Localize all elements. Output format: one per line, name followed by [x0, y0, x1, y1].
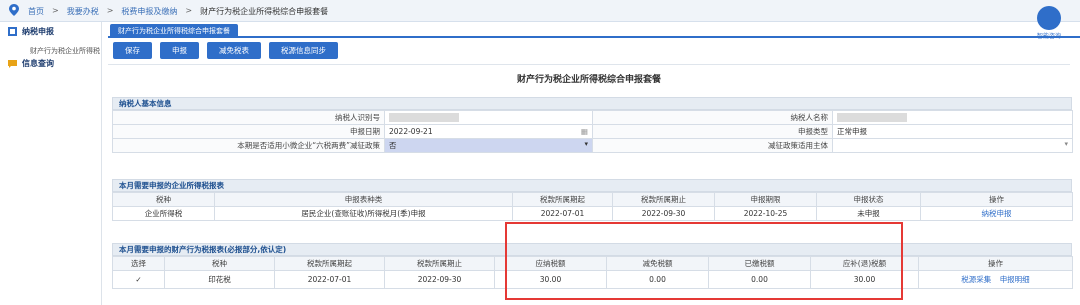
section-header: 本月需要申报的企业所得税报表 — [112, 179, 1072, 192]
table-cell: 2022-10-25 — [714, 206, 817, 221]
highlight-box — [505, 222, 903, 300]
tax-relief-button[interactable]: 减免税表 — [207, 42, 261, 59]
declare-date-value: 2022-09-21 — [389, 127, 433, 136]
sidebar-item-tax-declare[interactable]: 纳税申报 — [8, 26, 54, 37]
grid-icon — [8, 27, 17, 36]
declare-date-field[interactable]: 2022-09-21 ▦ — [384, 124, 593, 139]
policy-label: 本期是否适用小微企业“六税两费”减征政策 — [112, 138, 385, 153]
declare-date-label: 申报日期 — [112, 124, 385, 139]
column-header: 税款所属期止 — [612, 192, 715, 207]
declare-button[interactable]: 申报 — [160, 42, 199, 59]
policy-select[interactable]: 否 ▾ — [384, 138, 593, 153]
column-header: 操作 — [920, 192, 1073, 207]
declare-type-value: 正常申报 — [832, 124, 1073, 139]
column-header: 申报表种类 — [214, 192, 513, 207]
table-cell: 印花税 — [164, 270, 275, 289]
breadcrumb-separator: > — [185, 6, 193, 15]
section-header: 纳税人基本信息 — [112, 97, 1072, 110]
taxpayer-id-value — [384, 110, 593, 125]
tax-source-collect-link[interactable]: 税源采集 — [961, 275, 991, 284]
sidebar-item-info-query[interactable]: 信息查询 — [8, 58, 54, 69]
dropdown-caret-icon: ▾ — [584, 140, 588, 148]
cit-section: 本月需要申报的企业所得税报表 税种 申报表种类 税款所属期起 税款所属期止 申报… — [112, 179, 1073, 221]
sync-tax-source-button[interactable]: 税源信息同步 — [269, 42, 338, 59]
save-button[interactable]: 保存 — [113, 42, 152, 59]
taxpayer-name-value — [832, 110, 1073, 125]
customer-service-icon — [1037, 6, 1061, 30]
policy-subject-select[interactable]: ▾ — [832, 138, 1073, 153]
basic-info-table: 纳税人识别号 纳税人名称 申报日期 2022-09-21 ▦ 申报类型 正常申报 … — [112, 110, 1073, 153]
operation-cell: 税源采集 申报明细 — [918, 270, 1073, 289]
sidebar: 纳税申报 财产行为税企业所得税 信息查询 — [0, 22, 102, 305]
table-row: 企业所得税 居民企业(查账征收)所得税月(季)申报 2022-07-01 202… — [112, 206, 1073, 221]
breadcrumb-separator: > — [52, 6, 59, 15]
table-header-row: 税种 申报表种类 税款所属期起 税款所属期止 申报期限 申报状态 操作 — [112, 192, 1073, 207]
top-bar: 首页 > 我要办税 > 税费申报及缴纳 > 财产行为税企业所得税综合申报套餐 — [0, 0, 1080, 22]
table-cell: 2022-09-30 — [384, 270, 495, 289]
smart-consult-label: 智能咨询 — [1036, 33, 1061, 40]
taxpayer-name-label: 纳税人名称 — [592, 110, 833, 125]
column-header: 申报状态 — [816, 192, 921, 207]
breadcrumb: 首页 > 我要办税 > 税费申报及缴纳 > 财产行为税企业所得税综合申报套餐 — [28, 6, 328, 17]
toolbar: 保存 申报 减免税表 税源信息同步 — [113, 42, 338, 59]
select-checkbox[interactable]: ✓ — [112, 270, 165, 289]
table-cell: 2022-09-30 — [612, 206, 715, 221]
column-header: 税种 — [112, 192, 215, 207]
column-header: 税种 — [164, 256, 275, 271]
column-header: 税款所属期起 — [512, 192, 613, 207]
smart-consult-button[interactable]: 智能咨询 — [1032, 6, 1066, 40]
sidebar-subitem-property-cit[interactable]: 财产行为税企业所得税 — [30, 46, 100, 56]
declare-detail-link[interactable]: 申报明细 — [1000, 275, 1030, 284]
tab-combined-declare[interactable]: 财产行为税企业所得税综合申报套餐 — [110, 24, 238, 38]
declare-type-label: 申报类型 — [592, 124, 833, 139]
column-header: 税款所属期止 — [384, 256, 495, 271]
location-pin-icon — [9, 4, 19, 16]
column-header: 选择 — [112, 256, 165, 271]
table-cell: 居民企业(查账征收)所得税月(季)申报 — [214, 206, 513, 221]
chat-bubble-icon — [8, 60, 17, 68]
calendar-icon[interactable]: ▦ — [581, 127, 588, 136]
breadcrumb-home[interactable]: 首页 — [28, 6, 44, 17]
status-cell: 未申报 — [816, 206, 921, 221]
cit-table: 税种 申报表种类 税款所属期起 税款所属期止 申报期限 申报状态 操作 企业所得… — [112, 192, 1073, 221]
breadcrumb-tax-declare[interactable]: 税费申报及缴纳 — [121, 6, 177, 17]
dropdown-caret-icon: ▾ — [1064, 140, 1068, 148]
taxpayer-id-label: 纳税人识别号 — [112, 110, 385, 125]
column-header: 操作 — [918, 256, 1073, 271]
table-cell: 企业所得税 — [112, 206, 215, 221]
breadcrumb-current: 财产行为税企业所得税综合申报套餐 — [200, 7, 329, 16]
policy-subject-label: 减征政策适用主体 — [592, 138, 833, 153]
policy-select-value: 否 — [389, 141, 397, 150]
breadcrumb-tax-service[interactable]: 我要办税 — [67, 6, 99, 17]
table-cell: 2022-07-01 — [512, 206, 613, 221]
form-title: 财产行为税企业所得税综合申报套餐 — [516, 75, 661, 85]
tax-declare-link[interactable]: 纳税申报 — [920, 206, 1073, 221]
column-header: 税款所属期起 — [274, 256, 385, 271]
breadcrumb-separator: > — [106, 6, 114, 15]
tab-strip: 财产行为税企业所得税综合申报套餐 — [108, 22, 1080, 38]
sidebar-item-label: 纳税申报 — [22, 27, 54, 36]
sidebar-item-label: 信息查询 — [22, 59, 54, 68]
column-header: 申报期限 — [714, 192, 817, 207]
table-cell: 2022-07-01 — [274, 270, 385, 289]
basic-info-section: 纳税人基本信息 纳税人识别号 纳税人名称 申报日期 2022-09-21 ▦ 申报… — [112, 97, 1073, 153]
